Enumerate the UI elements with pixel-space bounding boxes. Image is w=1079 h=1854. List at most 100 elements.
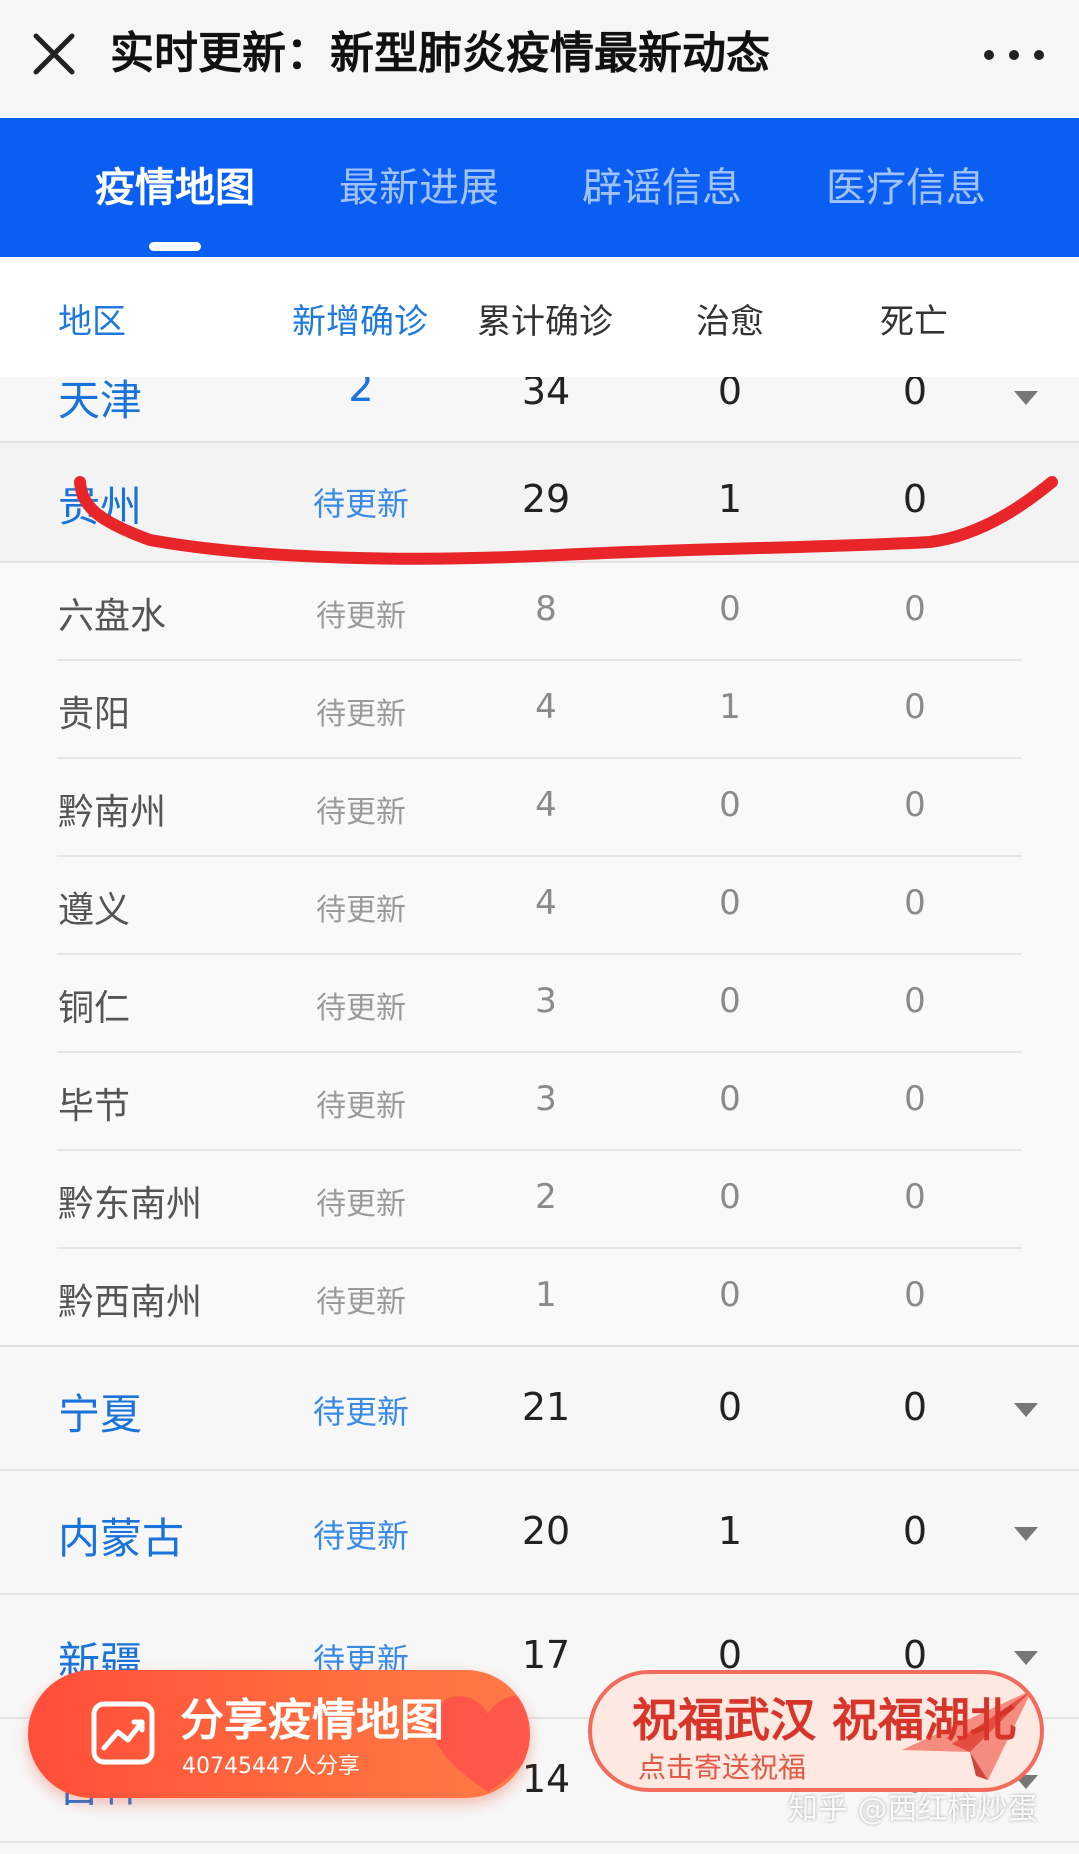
- region-name: 贵州: [58, 482, 143, 531]
- new-confirmed-value: 2: [348, 377, 374, 411]
- share-map-button[interactable]: 分享疫情地图 40745447人分享: [28, 1670, 530, 1798]
- new-confirmed-value: 待更新: [316, 1187, 406, 1222]
- new-confirmed-value: 待更新: [312, 1393, 409, 1431]
- watermark: 知乎 @西红柿炒蛋: [788, 1792, 1038, 1827]
- total-confirmed-value: 3: [535, 981, 557, 1021]
- new-confirmed-value: 待更新: [316, 893, 406, 928]
- deaths-value: 0: [902, 1509, 928, 1553]
- region-name: 宁夏: [58, 1390, 143, 1439]
- new-confirmed-value: 待更新: [312, 1517, 409, 1555]
- chevron-down-icon[interactable]: [1014, 1651, 1038, 1665]
- city-name: 黔南州: [58, 792, 167, 833]
- total-confirmed-value: 3: [535, 1079, 557, 1119]
- trend-chart-icon: [91, 1701, 155, 1765]
- cured-value: 0: [719, 981, 741, 1021]
- table-row[interactable]: 贵州 待更新 29 1 0: [0, 443, 1079, 563]
- city-name: 黔东南州: [58, 1184, 203, 1225]
- list-item[interactable]: 贵阳 待更新 4 1 0: [0, 661, 1079, 759]
- tab-medical-info[interactable]: 医疗信息: [826, 160, 986, 216]
- total-confirmed-value: 8: [535, 589, 557, 629]
- list-item[interactable]: 黔南州 待更新 4 0 0: [0, 759, 1079, 857]
- deaths-value: 0: [904, 1275, 926, 1315]
- cured-value: 0: [717, 1385, 743, 1429]
- total-confirmed-value: 4: [535, 883, 557, 923]
- deaths-value: 0: [902, 377, 928, 413]
- new-confirmed-value: 待更新: [316, 795, 406, 830]
- total-confirmed-value: 20: [521, 1509, 571, 1553]
- cured-value: 0: [719, 589, 741, 629]
- new-confirmed-value: 待更新: [316, 991, 406, 1026]
- table-header: 地区 新增确诊 累计确诊 治愈 死亡: [0, 257, 1079, 377]
- share-button-label: 分享疫情地图: [180, 1695, 444, 1746]
- header-region[interactable]: 地区: [58, 297, 126, 347]
- header-cured[interactable]: 治愈: [696, 297, 764, 347]
- region-table: 天津 2 34 0 0 贵州 待更新 29 1 0 六盘水 待更新 8 0 0 …: [0, 377, 1079, 1854]
- deaths-value: 0: [904, 589, 926, 629]
- total-confirmed-value: 4: [535, 785, 557, 825]
- deaths-value: 0: [904, 1079, 926, 1119]
- active-tab-indicator: [149, 242, 201, 251]
- table-row[interactable]: 天津 2 34 0 0: [0, 377, 1079, 443]
- deaths-value: 0: [904, 785, 926, 825]
- total-confirmed-value: 29: [521, 477, 571, 521]
- close-icon[interactable]: [30, 30, 78, 78]
- list-item[interactable]: 黔西南州 待更新 1 0 0: [0, 1249, 1079, 1347]
- header-new-confirmed[interactable]: 新增确诊: [292, 297, 428, 347]
- city-name: 黔西南州: [58, 1282, 203, 1323]
- tab-rumor-debunk[interactable]: 辟谣信息: [582, 160, 742, 216]
- chevron-down-icon[interactable]: [1014, 391, 1038, 405]
- deaths-value: 0: [902, 477, 928, 521]
- new-confirmed-value: 待更新: [316, 1285, 406, 1320]
- tab-latest-progress[interactable]: 最新进展: [339, 160, 499, 216]
- more-icon[interactable]: [979, 38, 1049, 72]
- total-confirmed-value: 1: [535, 1275, 557, 1315]
- deaths-value: 0: [904, 981, 926, 1021]
- city-name: 遵义: [58, 890, 131, 931]
- new-confirmed-value: 待更新: [316, 697, 406, 732]
- table-row[interactable]: 内蒙古 待更新 20 1 0: [0, 1471, 1079, 1595]
- header-total-confirmed[interactable]: 累计确诊: [477, 297, 613, 347]
- total-confirmed-value: 21: [521, 1385, 571, 1429]
- cured-value: 1: [717, 1509, 743, 1553]
- list-item[interactable]: 遵义 待更新 4 0 0: [0, 857, 1079, 955]
- tab-epidemic-map[interactable]: 疫情地图: [95, 160, 255, 216]
- city-name: 六盘水: [58, 596, 167, 637]
- app-bar: 实时更新：新型肺炎疫情最新动态: [0, 0, 1079, 118]
- cured-value: 0: [719, 1177, 741, 1217]
- chevron-down-icon[interactable]: [1014, 1403, 1038, 1417]
- list-item[interactable]: 毕节 待更新 3 0 0: [0, 1053, 1079, 1151]
- header-deaths[interactable]: 死亡: [880, 297, 948, 347]
- total-confirmed-value: 17: [521, 1633, 571, 1677]
- cured-value: 0: [719, 1079, 741, 1119]
- new-confirmed-value: 待更新: [316, 599, 406, 634]
- total-confirmed-value: 2: [535, 1177, 557, 1217]
- total-confirmed-value: 4: [535, 687, 557, 727]
- blessing-sub-label: 点击寄送祝福: [638, 1751, 807, 1784]
- list-item[interactable]: 六盘水 待更新 8 0 0: [0, 563, 1079, 661]
- share-count: 40745447人分享: [182, 1754, 360, 1779]
- deaths-value: 0: [904, 883, 926, 923]
- deaths-value: 0: [904, 1177, 926, 1217]
- new-confirmed-value: 待更新: [312, 485, 409, 523]
- cured-value: 0: [719, 1275, 741, 1315]
- cured-value: 0: [717, 377, 743, 413]
- list-item[interactable]: 铜仁 待更新 3 0 0: [0, 955, 1079, 1053]
- send-blessing-button[interactable]: 祝福武汉 祝福湖北 点击寄送祝福: [588, 1670, 1044, 1792]
- deaths-value: 0: [904, 687, 926, 727]
- deaths-value: 0: [902, 1385, 928, 1429]
- new-confirmed-value: 待更新: [316, 1089, 406, 1124]
- cured-value: 1: [717, 477, 743, 521]
- cured-value: 0: [719, 883, 741, 923]
- region-name: 天津: [58, 377, 143, 425]
- total-confirmed-value: 34: [521, 377, 571, 413]
- cured-value: 1: [719, 687, 741, 727]
- city-name: 贵阳: [58, 694, 131, 735]
- tab-bar: 疫情地图 最新进展 辟谣信息 医疗信息: [0, 118, 1079, 257]
- city-name: 毕节: [58, 1086, 131, 1127]
- chevron-down-icon[interactable]: [1014, 1527, 1038, 1541]
- table-row[interactable]: 宁夏 待更新 21 0 0: [0, 1347, 1079, 1471]
- cured-value: 0: [719, 785, 741, 825]
- list-item[interactable]: 黔东南州 待更新 2 0 0: [0, 1151, 1079, 1249]
- city-name: 铜仁: [58, 988, 131, 1029]
- region-name: 内蒙古: [58, 1514, 185, 1563]
